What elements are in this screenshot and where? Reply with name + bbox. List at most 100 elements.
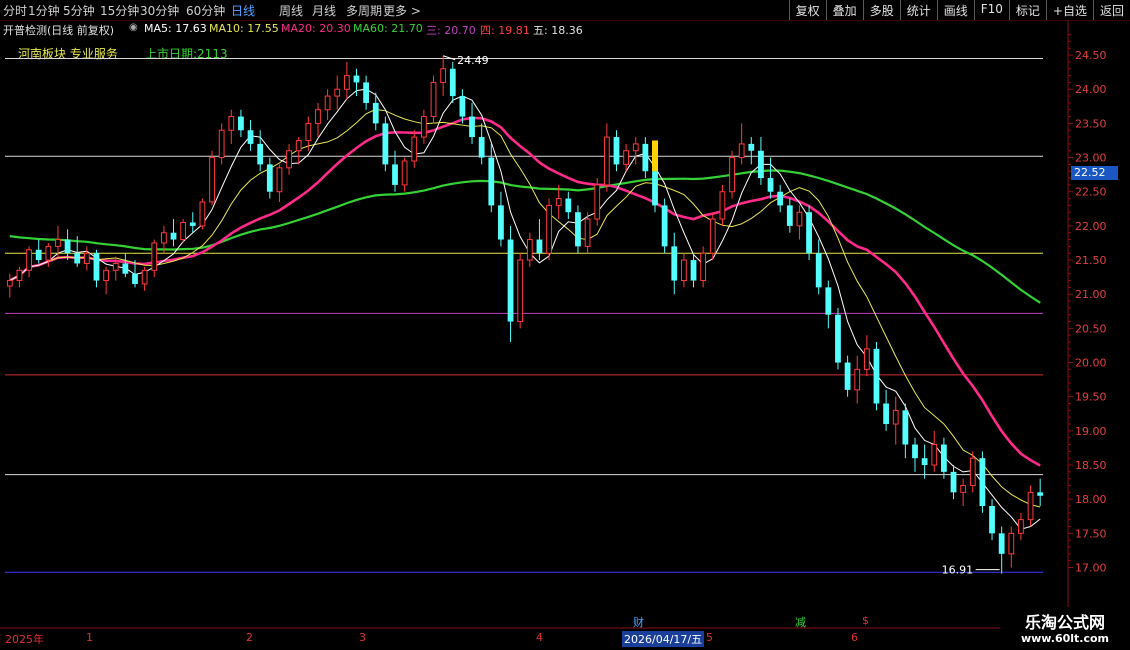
candle-body	[806, 212, 812, 254]
candle-body	[55, 239, 61, 247]
y-tick-label: 24.50	[1075, 49, 1107, 62]
candle-body	[305, 122, 312, 141]
candle-body	[498, 205, 504, 240]
watermark-title: 乐淘公式网	[1024, 613, 1105, 632]
candle-body	[613, 137, 620, 165]
candle-body	[883, 403, 889, 425]
candle-body	[526, 239, 533, 261]
ma10-line	[9, 108, 1041, 508]
candle-body	[93, 253, 100, 281]
candle-body	[122, 263, 129, 274]
y-tick-label: 18.50	[1075, 459, 1107, 472]
event-marker[interactable]: $	[862, 614, 869, 627]
candle-body	[459, 96, 466, 117]
candle-body	[902, 410, 909, 445]
event-marker[interactable]: 财	[633, 614, 644, 630]
selected-candle-marker	[652, 140, 658, 172]
candle-body	[209, 157, 215, 203]
candle-body	[218, 129, 225, 159]
y-tick-label: 22.00	[1075, 220, 1107, 233]
candle-body	[382, 123, 389, 165]
y-tick-label: 23.50	[1075, 117, 1107, 130]
candle-body	[565, 198, 572, 213]
last-price-tag: 22.52	[1071, 166, 1118, 180]
ma5-line	[9, 88, 1041, 530]
candle-body	[141, 269, 148, 285]
candle-body	[1008, 532, 1015, 555]
candle-body	[45, 245, 52, 261]
candle-body	[536, 239, 543, 254]
candle-body	[132, 273, 138, 284]
candle-body	[786, 205, 793, 226]
cursor-date-box: 2026/04/17/五	[622, 631, 705, 647]
candle-body	[363, 82, 369, 103]
candle-body	[709, 218, 716, 254]
year-label: 2025年	[5, 633, 44, 646]
y-tick-label: 19.50	[1075, 391, 1107, 404]
candle-body	[603, 136, 610, 186]
candle-body	[199, 201, 206, 227]
candle-body	[238, 116, 244, 131]
candle-body	[353, 75, 360, 83]
candle-body	[276, 167, 283, 193]
watermark: 乐淘公式网 www.60lt.com	[1000, 607, 1130, 650]
y-tick-label: 21.00	[1075, 288, 1107, 301]
candle-body	[180, 221, 187, 241]
candle-body	[1018, 519, 1024, 534]
candle-body	[998, 533, 1005, 554]
candle-body	[189, 222, 196, 226]
candle-body	[6, 280, 13, 287]
candle-body	[873, 348, 880, 404]
candle-body	[969, 457, 976, 487]
candle-body	[35, 249, 42, 261]
month-label: 5	[706, 631, 713, 644]
candle-body	[26, 249, 32, 271]
y-tick-label: 20.50	[1075, 322, 1107, 335]
candle-body	[170, 232, 177, 240]
y-tick-label: 20.00	[1075, 357, 1107, 370]
candle-body	[642, 143, 649, 172]
candle-body	[469, 116, 475, 138]
month-label: 1	[86, 631, 93, 644]
candle-body	[950, 471, 957, 493]
y-tick-label: 21.50	[1075, 254, 1107, 267]
candle-body	[584, 218, 591, 247]
candle-body	[372, 102, 379, 124]
candle-body	[151, 242, 158, 271]
event-marker[interactable]: 减	[795, 614, 806, 630]
candle-body	[103, 269, 109, 282]
candle-body	[488, 157, 495, 206]
candle-body	[623, 150, 630, 165]
candle-body	[112, 262, 119, 271]
candle-body	[748, 143, 755, 151]
candle-body	[854, 368, 861, 391]
candle-body	[343, 75, 350, 90]
date-axis: 2025年 1 2 3 4 5 6 2026/04/17/五	[0, 630, 1000, 650]
candle-body	[555, 198, 562, 206]
candle-body	[1027, 491, 1034, 521]
candle-body	[632, 143, 639, 152]
candle-body	[661, 205, 668, 247]
candle-body	[478, 137, 485, 158]
candle-body	[796, 211, 803, 227]
low-label: 16.91	[942, 564, 974, 577]
candle-body	[863, 348, 870, 370]
candle-body	[266, 164, 273, 192]
candle-body	[777, 191, 784, 206]
candle-body	[411, 136, 418, 162]
candle-body	[690, 260, 697, 281]
candle-body	[979, 458, 986, 507]
candle-body	[507, 239, 514, 322]
candlestick-chart[interactable]: 17.00 17.50 18.00 18.50 19.00 19.50 20.00 20.50…	[0, 0, 1130, 650]
candle-body	[401, 160, 408, 186]
candle-body	[700, 252, 707, 282]
y-tick-label: 19.00	[1075, 425, 1107, 438]
candle-body	[892, 409, 899, 425]
candle-body	[430, 81, 437, 118]
candle-body	[729, 157, 735, 193]
candle-body	[594, 184, 601, 220]
high-label: 24.49	[457, 54, 489, 67]
candle-body	[941, 444, 947, 472]
candle-body	[16, 269, 23, 282]
candle-body	[960, 485, 967, 493]
